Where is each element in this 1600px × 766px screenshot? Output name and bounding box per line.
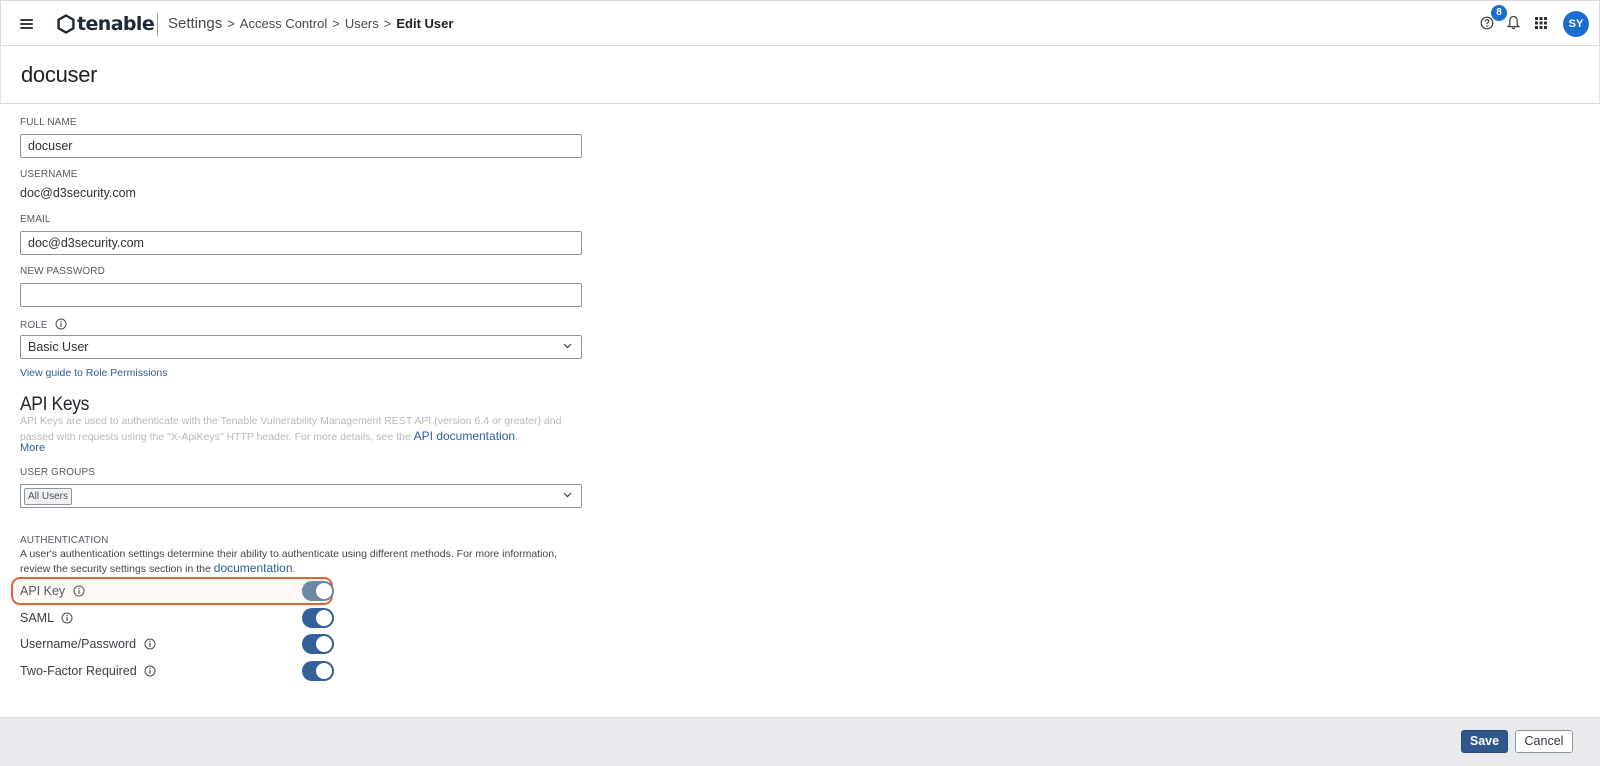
role-select[interactable]: Basic User <box>20 335 582 359</box>
page-title: docuser <box>21 62 98 87</box>
api-keys-description: API Keys are used to authenticate with t… <box>20 415 562 443</box>
auth-option-two-factor: Two-Factor Required <box>20 658 338 684</box>
tenable-logo[interactable]: tenable <box>56 12 155 36</box>
api-keys-heading: API Keys <box>20 394 89 415</box>
auth-option-label-row: Username/Password <box>20 637 156 651</box>
chevron-down-icon <box>563 343 572 349</box>
app-grid-icon[interactable] <box>1535 17 1547 29</box>
new-password-input[interactable] <box>20 283 582 307</box>
chevron-down-icon <box>563 492 572 498</box>
full-name-label: FULL NAME <box>20 117 77 128</box>
username-value: doc@d3security.com <box>20 186 136 200</box>
user-groups-label: USER GROUPS <box>20 467 96 478</box>
breadcrumb-edit-user: Edit User <box>396 16 454 31</box>
toggle-knob <box>316 583 332 599</box>
info-icon[interactable] <box>144 665 156 677</box>
info-icon[interactable] <box>55 318 67 330</box>
authentication-documentation-link[interactable]: documentation <box>214 561 293 575</box>
auth-option-label: Two-Factor Required <box>20 664 137 678</box>
toggle-knob <box>316 610 332 626</box>
notification-badge[interactable]: 8 <box>1491 5 1507 21</box>
save-button[interactable]: Save <box>1461 730 1508 753</box>
auth-option-label-row: API Key <box>20 584 85 598</box>
user-group-tag[interactable]: All Users <box>24 488 73 505</box>
api-documentation-link[interactable]: API documentation <box>414 429 515 443</box>
api-key-toggle[interactable] <box>302 581 334 601</box>
new-password-label: NEW PASSWORD <box>20 266 105 277</box>
role-permissions-guide-link[interactable]: View guide to Role Permissions <box>20 367 167 379</box>
breadcrumb-separator: > <box>383 16 392 31</box>
user-avatar[interactable]: SY <box>1563 11 1589 37</box>
breadcrumb-separator: > <box>332 16 340 31</box>
email-label: EMAIL <box>20 214 51 225</box>
saml-toggle[interactable] <box>302 608 334 628</box>
two-factor-toggle[interactable] <box>302 661 334 681</box>
role-label: ROLE <box>20 320 48 331</box>
bell-icon[interactable] <box>1507 15 1520 30</box>
role-selected-value: Basic User <box>28 340 89 354</box>
role-label-row: ROLE <box>20 318 67 331</box>
top-bar: tenable Settings > Access Control > User… <box>0 0 1600 46</box>
breadcrumb: Settings > Access Control > Users > Edit… <box>168 15 453 32</box>
user-groups-select[interactable]: All Users <box>20 484 582 508</box>
breadcrumb-separator: > <box>227 16 235 31</box>
authentication-description: A user's authentication settings determi… <box>20 548 558 575</box>
auth-option-label-row: Two-Factor Required <box>20 664 156 678</box>
more-link[interactable]: More <box>20 442 45 454</box>
auth-option-label-row: SAML <box>20 611 73 625</box>
full-name-input[interactable] <box>20 134 582 158</box>
logo-text: tenable <box>77 13 155 35</box>
info-icon[interactable] <box>73 585 85 597</box>
username-password-toggle[interactable] <box>302 634 334 654</box>
auth-option-label: API Key <box>20 584 66 598</box>
breadcrumb-users[interactable]: Users <box>345 16 379 31</box>
auth-option-label: SAML <box>20 611 54 625</box>
toggle-knob <box>316 636 332 652</box>
info-icon[interactable] <box>61 612 73 624</box>
auth-option-api-key: API Key <box>11 577 338 605</box>
breadcrumb-access-control[interactable]: Access Control <box>240 16 327 31</box>
breadcrumb-settings[interactable]: Settings <box>168 15 222 32</box>
form-footer: Save Cancel <box>0 717 1600 766</box>
header-divider <box>157 13 158 36</box>
auth-option-username-password: Username/Password <box>20 631 338 657</box>
page-header: docuser <box>0 46 1600 104</box>
auth-option-label: Username/Password <box>20 637 137 651</box>
authentication-label: AUTHENTICATION <box>20 535 109 546</box>
toggle-knob <box>316 663 332 679</box>
info-icon[interactable] <box>144 638 156 650</box>
auth-option-saml: SAML <box>20 605 338 631</box>
tenable-logo-mark-icon <box>57 14 75 34</box>
username-label: USERNAME <box>20 169 78 180</box>
email-input[interactable] <box>20 231 582 255</box>
cancel-button[interactable]: Cancel <box>1515 730 1573 753</box>
menu-icon[interactable] <box>20 19 33 29</box>
